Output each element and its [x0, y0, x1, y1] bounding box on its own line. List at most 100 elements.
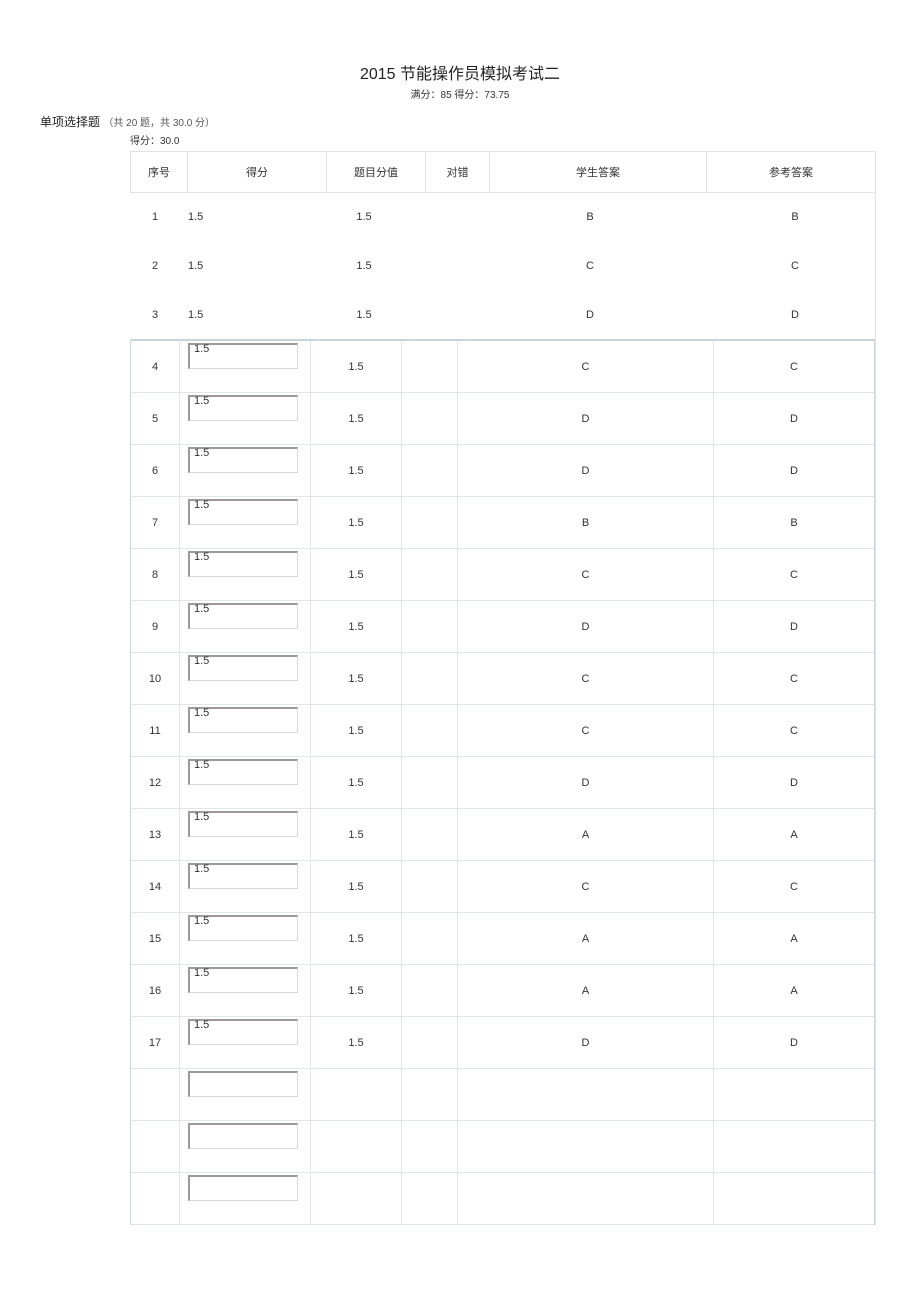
cell-score: 1.5: [179, 913, 310, 965]
cell-student-answer: C: [465, 242, 714, 291]
cell-value: 1.5: [310, 653, 401, 705]
cell-reference-answer: A: [713, 913, 874, 965]
cell-index: 9: [130, 601, 179, 653]
table-row: 31.51.5DD: [130, 291, 875, 340]
section-title: 单项选择题 （共 20 题，共 30.0 分）: [40, 113, 880, 130]
score-input[interactable]: [188, 1071, 298, 1097]
cell-value: 1.5: [310, 549, 401, 601]
exam-result-page: 2015 节能操作员模拟考试二 满分：85 得分：73.75 单项选择题 （共 …: [0, 0, 920, 1265]
cell-reference-answer: [713, 1173, 874, 1225]
table-body: 11.51.5BB21.51.5CC31.51.5DD41.51.5CC51.5…: [130, 193, 875, 1225]
cell-correct: [401, 1121, 457, 1173]
score-input[interactable]: [188, 1175, 298, 1201]
cell-index: 8: [130, 549, 179, 601]
cell-value: [310, 1121, 401, 1173]
cell-reference-answer: C: [713, 653, 874, 705]
cell-student-answer: A: [457, 809, 713, 861]
cell-student-answer: B: [457, 497, 713, 549]
cell-value: 1.5: [310, 497, 401, 549]
cell-score: 1.5: [179, 393, 310, 445]
cell-value: 1.5: [310, 913, 401, 965]
table-row: 171.51.5DD: [130, 1017, 874, 1069]
table-row: 151.51.5AA: [130, 913, 874, 965]
cell-reference-answer: D: [713, 601, 874, 653]
cell-correct: [401, 705, 457, 757]
cell-correct: [409, 242, 465, 291]
cell-correct: [401, 1173, 457, 1225]
cell-value: 1.5: [310, 705, 401, 757]
cell-correct: [409, 193, 465, 242]
cell-value: [310, 1069, 401, 1121]
cell-score: 1.5: [179, 601, 310, 653]
score-value-label: 1.5: [194, 967, 209, 979]
table-header-row: 序号 得分 题目分值 对错 学生答案 参考答案: [130, 152, 875, 193]
cell-score: [179, 1121, 310, 1173]
cell-reference-answer: B: [713, 497, 874, 549]
cell-value: 1.5: [310, 757, 401, 809]
score-value-label: 1.5: [194, 499, 209, 511]
cell-score: 1.5: [179, 705, 310, 757]
score-value-label: 1.5: [194, 447, 209, 459]
cell-value: 1.5: [310, 965, 401, 1017]
cell-score: 1.5: [179, 965, 310, 1017]
col-score: 得分: [187, 152, 326, 193]
section-title-text: 单项选择题: [40, 115, 100, 129]
score-value-label: 1.5: [194, 343, 209, 355]
table-row: 51.51.5DD: [130, 393, 874, 445]
score-value-label: 1.5: [194, 759, 209, 771]
results-table: 序号 得分 题目分值 对错 学生答案 参考答案 11.51.5BB21.51.5…: [130, 151, 876, 1225]
cell-score: [179, 1173, 310, 1225]
cell-reference-answer: C: [713, 341, 874, 393]
cell-index: [130, 1121, 179, 1173]
cell-correct: [401, 601, 457, 653]
page-title: 2015 节能操作员模拟考试二: [40, 60, 880, 84]
cell-correct: [401, 809, 457, 861]
cell-correct: [401, 913, 457, 965]
table-row: 71.51.5BB: [130, 497, 874, 549]
cell-student-answer: C: [457, 705, 713, 757]
cell-student-answer: D: [457, 445, 713, 497]
cell-student-answer: D: [457, 1017, 713, 1069]
cell-value: 1.5: [318, 193, 409, 242]
cell-value: [310, 1173, 401, 1225]
table-row: [130, 1069, 874, 1121]
cell-correct: [401, 965, 457, 1017]
cell-score: 1.5: [179, 193, 318, 242]
cell-score: 1.5: [179, 809, 310, 861]
cell-correct: [401, 445, 457, 497]
cell-index: 12: [130, 757, 179, 809]
table-row: 121.51.5DD: [130, 757, 874, 809]
cell-index: 14: [130, 861, 179, 913]
table-row: 101.51.5CC: [130, 653, 874, 705]
cell-value: 1.5: [310, 861, 401, 913]
col-value: 题目分值: [326, 152, 425, 193]
table-row: 141.51.5CC: [130, 861, 874, 913]
table-row: 21.51.5CC: [130, 242, 875, 291]
score-input[interactable]: [188, 1123, 298, 1149]
cell-value: 1.5: [318, 242, 409, 291]
cell-value: 1.5: [310, 601, 401, 653]
cell-score: 1.5: [179, 757, 310, 809]
cell-index: 13: [130, 809, 179, 861]
cell-index: 16: [130, 965, 179, 1017]
table-row: [130, 1173, 874, 1225]
cell-index: 2: [130, 242, 179, 291]
cell-index: 11: [130, 705, 179, 757]
cell-index: 15: [130, 913, 179, 965]
cell-student-answer: D: [457, 393, 713, 445]
cell-correct: [401, 1017, 457, 1069]
cell-correct: [401, 653, 457, 705]
cell-index: 10: [130, 653, 179, 705]
table-row: [130, 1121, 874, 1173]
cell-index: 17: [130, 1017, 179, 1069]
score-value-label: 1.5: [194, 863, 209, 875]
cell-score: 1.5: [179, 445, 310, 497]
cell-reference-answer: D: [713, 445, 874, 497]
cell-student-answer: [457, 1121, 713, 1173]
score-value-label: 1.5: [194, 603, 209, 615]
cell-value: 1.5: [310, 393, 401, 445]
full-score-line: 满分：85 得分：73.75: [40, 86, 880, 101]
table-row: 81.51.5CC: [130, 549, 874, 601]
score-value-label: 1.5: [194, 811, 209, 823]
cell-reference-answer: C: [713, 861, 874, 913]
